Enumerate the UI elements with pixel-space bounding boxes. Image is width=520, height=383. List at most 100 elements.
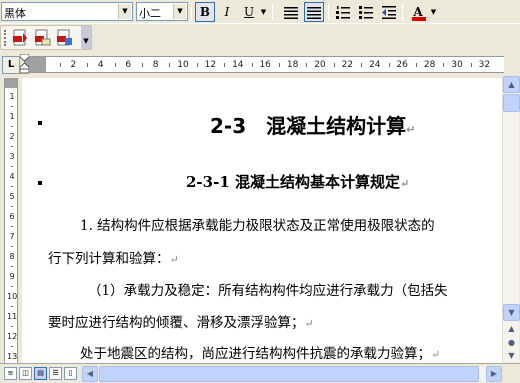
ruler-tick: [11, 206, 13, 207]
pdf-mail-icon[interactable]: [33, 29, 51, 47]
web-view-icon[interactable]: ◫: [19, 367, 32, 380]
ruler-number: 16: [259, 60, 271, 70]
ruler-bar: L 2 4 6 8 10 12 14 16 18 20 22 24 26 28 30 32: [0, 52, 520, 76]
align-distributed-button[interactable]: [304, 2, 324, 22]
word-window: 黑体 ▼ 小二 ▼ B I U ▼ A ▼ ▼ L 2 4 6 8 10 12 …: [0, 0, 520, 383]
ruler-tick: [11, 326, 13, 327]
toolbar-separator: [402, 3, 403, 21]
toolbar-options-chevron[interactable]: ▼: [81, 26, 91, 49]
ruler-tick: [114, 63, 116, 67]
reading-view-icon[interactable]: ▯: [64, 367, 77, 380]
ruler-number: 1: [9, 92, 15, 101]
numbering-button[interactable]: [333, 2, 353, 22]
indent-marker-icon[interactable]: [20, 54, 29, 74]
body-line[interactable]: 要时应进行结构的倾覆、滑移及漂浮验算；↵: [48, 311, 314, 331]
ruler-number: 8: [152, 60, 159, 70]
indent-icon: [382, 6, 396, 19]
ruler-tick: [11, 346, 13, 347]
chevron-down-icon[interactable]: ▼: [259, 2, 268, 22]
underline-button[interactable]: U: [239, 2, 259, 22]
heading-2-text: 2-3-1 混凝土结构基本计算规定: [186, 173, 400, 191]
ruler-tick: [470, 63, 472, 67]
scroll-left-button[interactable]: ◀: [82, 366, 98, 382]
ruler-number: 6: [125, 60, 132, 70]
document-area[interactable]: 2-3 混凝土结构计算↵ 2-3-1 混凝土结构基本计算规定↵ 1. 结构构件应…: [22, 78, 502, 363]
paragraph-mark: ↵: [431, 348, 441, 361]
ruler-tick: [169, 63, 171, 67]
body-line[interactable]: 行下列计算和验算：↵: [48, 247, 179, 267]
ruler-number: 8: [9, 252, 15, 261]
ruler-tick: [306, 63, 308, 67]
ruler-tick: [59, 63, 61, 67]
pdf-icon[interactable]: [11, 29, 29, 47]
ruler-number: 18: [286, 60, 299, 70]
ruler-number: 2: [9, 132, 15, 141]
ruler-tick: [11, 106, 13, 107]
heading-2[interactable]: 2-3-1 混凝土结构基本计算规定↵: [186, 171, 409, 192]
ruler-number: 1: [9, 112, 15, 121]
bottom-bar: ≡ ◫ ▤ ☰ ▯ ◀ ▶: [0, 363, 520, 383]
body-line[interactable]: 1. 结构构件应根据承载能力极限状态及正常使用极限状态的: [80, 214, 435, 234]
scroll-up-button[interactable]: ▲: [503, 76, 520, 93]
normal-view-icon[interactable]: ≡: [4, 367, 17, 380]
heading-1[interactable]: 2-3 混凝土结构计算↵: [210, 110, 415, 139]
font-size-combo[interactable]: 小二 ▼: [136, 2, 188, 21]
next-page-button[interactable]: ▼: [503, 349, 520, 363]
body-line[interactable]: （1）承载力及稳定：所有结构构件均应进行承载力（包括失: [88, 279, 448, 299]
ruler-number: 14: [232, 60, 244, 70]
italic-button[interactable]: I: [217, 2, 237, 22]
ruler-tick: [11, 246, 13, 247]
ruler-margin: [5, 78, 17, 88]
body-line-text: 要时应进行结构的倾覆、滑移及漂浮验算；: [48, 315, 305, 331]
bullets-button[interactable]: [356, 2, 376, 22]
horizontal-ruler[interactable]: 2 4 6 8 10 12 14 16 18 20 22 24 26 28 30 32: [24, 56, 504, 73]
ruler-number: 13: [7, 352, 18, 361]
ruler-tick: [11, 126, 13, 127]
ruler-tick: [251, 63, 253, 67]
tab-selector[interactable]: L: [2, 56, 20, 74]
scroll-thumb[interactable]: [503, 94, 520, 112]
pdf-toolbar: ▼: [0, 25, 92, 50]
chevron-down-icon[interactable]: ▼: [173, 4, 186, 19]
font-color-bar: [412, 17, 426, 21]
ruler-number: 24: [369, 60, 381, 70]
scroll-down-button[interactable]: ▼: [503, 304, 520, 321]
toolbar-grip[interactable]: [4, 30, 7, 46]
pdf-review-icon[interactable]: [55, 29, 73, 47]
paragraph-mark: ↵: [400, 177, 410, 190]
paragraph-mark: ↵: [304, 317, 314, 330]
ruler-corner: [504, 56, 520, 73]
ruler-number: 2: [70, 60, 77, 70]
align-justify-button[interactable]: [281, 2, 301, 22]
vertical-ruler[interactable]: 1 1 2 3 4 5 6 7 8 9 10 11 12 13: [4, 78, 18, 363]
ruler-number: 4: [9, 172, 15, 181]
vertical-scrollbar[interactable]: ▲ ▼ ▲ ● ▼: [502, 76, 520, 363]
ruler-number: 32: [478, 60, 491, 70]
page[interactable]: 2-3 混凝土结构计算↵ 2-3-1 混凝土结构基本计算规定↵ 1. 结构构件应…: [22, 78, 502, 363]
ruler-tick: [11, 266, 13, 267]
horizontal-scroll-thumb[interactable]: [99, 366, 479, 382]
font-color-button[interactable]: A: [408, 2, 428, 22]
numbered-list-icon: [336, 6, 350, 19]
ruler-tick: [11, 186, 13, 187]
outline-view-icon[interactable]: ☰: [49, 367, 62, 380]
ruler-number: 4: [97, 60, 104, 70]
ruler-tick: [224, 63, 226, 67]
decrease-indent-button[interactable]: [379, 2, 399, 22]
ruler-number: 30: [451, 60, 463, 70]
print-layout-view-icon[interactable]: ▤: [34, 367, 47, 380]
font-name-combo[interactable]: 黑体 ▼: [1, 2, 133, 21]
scroll-right-button[interactable]: ▶: [486, 366, 502, 382]
chevron-down-icon[interactable]: ▼: [429, 2, 438, 22]
chevron-down-icon[interactable]: ▼: [118, 4, 131, 19]
ruler-number: 26: [396, 60, 408, 70]
bold-button[interactable]: B: [195, 2, 215, 22]
toolbar-separator: [191, 3, 192, 21]
ruler-number: 10: [7, 292, 18, 301]
ruler-tick: [11, 306, 13, 307]
browse-object-button[interactable]: ●: [503, 336, 520, 350]
horizontal-scrollbar[interactable]: ◀ ▶: [82, 366, 502, 382]
body-line[interactable]: 处于地震区的结构，尚应进行结构构件抗震的承载力验算；↵: [80, 342, 440, 362]
previous-page-button[interactable]: ▲: [503, 322, 520, 336]
ruler-number: 22: [341, 60, 354, 70]
